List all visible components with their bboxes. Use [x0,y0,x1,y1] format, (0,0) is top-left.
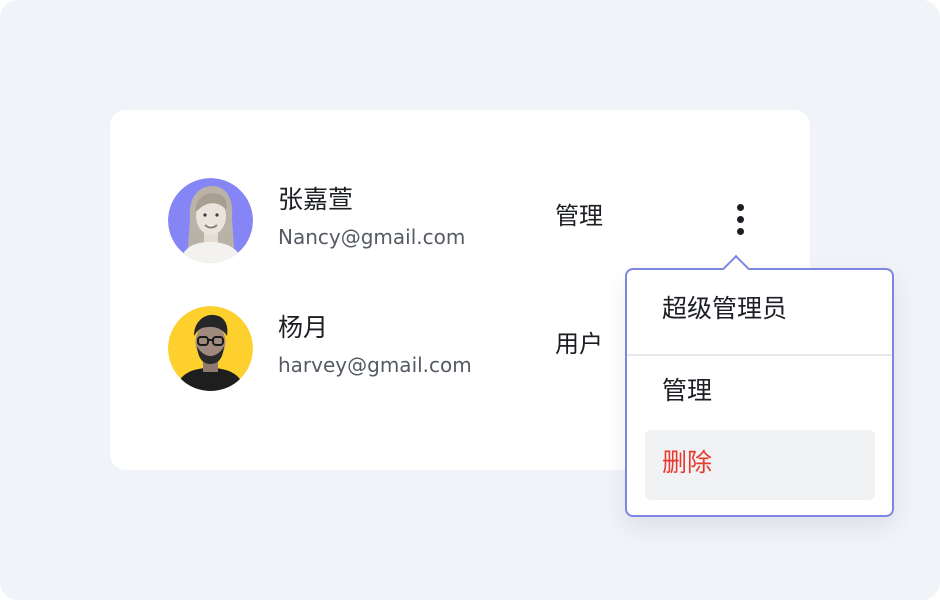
menu-divider [627,354,892,356]
user-email: harvey@gmail.com [278,353,472,377]
menu-item-admin[interactable]: 管理 [627,374,892,414]
user-name: 杨月 [278,313,329,342]
page-background: 张嘉萱 Nancy@gmail.com 管理 杨月 harvey@gmail.c… [0,0,940,600]
avatar [168,306,253,391]
user-email: Nancy@gmail.com [278,225,466,249]
menu-item-delete[interactable]: 删除 [645,430,875,500]
role-dropdown-menu: 超级管理员 管理 删除 [625,254,894,517]
user-role[interactable]: 管理 [555,200,603,232]
menu-item-label: 删除 [662,448,713,477]
avatar [168,178,253,263]
menu-item-label: 管理 [662,376,713,405]
user-name: 张嘉萱 [278,185,354,214]
user-role[interactable]: 用户 [555,328,603,360]
menu-item-super-admin[interactable]: 超级管理员 [627,292,892,332]
more-vertical-icon[interactable] [726,202,756,242]
user-row: 张嘉萱 Nancy@gmail.com 管理 [110,178,810,268]
menu-item-label: 超级管理员 [662,294,788,323]
